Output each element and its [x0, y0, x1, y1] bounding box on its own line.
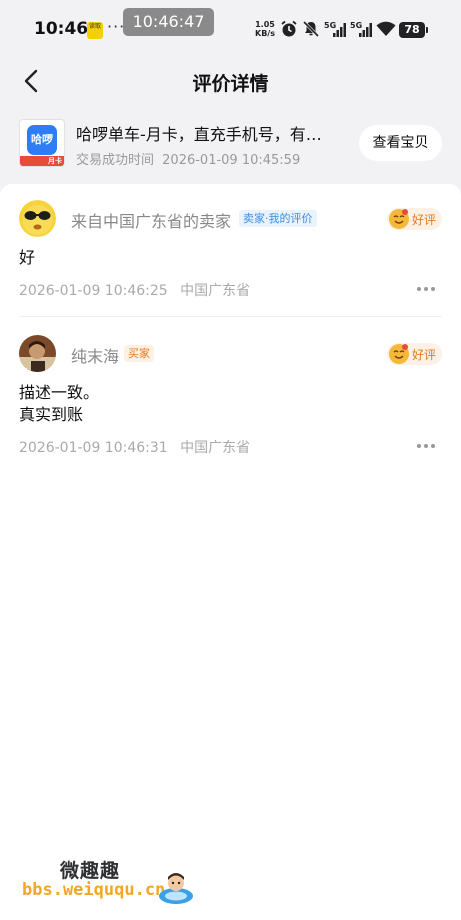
review-divider [19, 316, 442, 317]
review-footer: 2026-01-09 10:46:31 中国广东省 [19, 437, 258, 457]
battery-icon: 78 [399, 22, 428, 38]
review-text: 好 [19, 247, 35, 269]
product-title[interactable]: 哈啰单车-月卡，直充手机号，有… [76, 121, 346, 145]
svg-text:5G: 5G [350, 21, 362, 30]
review-location: 中国广东省 [180, 283, 251, 299]
signal-icon: 5G [324, 21, 346, 37]
review-text-line: 真实到账 [19, 405, 84, 424]
mascot-icon [159, 873, 193, 904]
status-time: 10:46 [34, 19, 89, 39]
avatar[interactable] [19, 335, 56, 372]
reviewer-name: 来自中国广东省的卖家 [71, 212, 232, 231]
screen-record-time: 10:46:47 [123, 8, 214, 36]
watermark-title: 微趣趣 [60, 860, 121, 882]
product-thumbnail[interactable]: 哈啰 月卡 [19, 119, 65, 167]
rating-label: 好评 [412, 213, 437, 227]
review-footer: 2026-01-09 10:46:25 中国广东省 [19, 280, 258, 300]
review-time: 2026-01-09 10:46:31 [19, 440, 168, 456]
wifi-icon [376, 21, 396, 36]
review-text: 描述一致。 真实到账 [19, 382, 99, 426]
nav-header: 评价详情 [0, 60, 461, 102]
more-dots-icon[interactable] [415, 283, 437, 295]
rating-badge: 好评 [387, 343, 442, 365]
signal-icon-2: 5G [350, 21, 372, 37]
person-photo-icon [19, 335, 56, 372]
reviewer-role-badge: 卖家·我的评价 [239, 210, 317, 227]
svg-text:5G: 5G [324, 21, 336, 30]
sunglasses-face-icon [19, 200, 56, 237]
review-text-line: 好 [19, 248, 36, 267]
status-bar: 10:46 读取 ··· 10:46:47 1.05 KB/s 5G 5G 78 [0, 0, 461, 60]
transaction-time-value: 2026-01-09 10:45:59 [162, 153, 301, 168]
mute-icon [302, 20, 320, 38]
avatar[interactable] [19, 200, 56, 237]
emoji-face-icon [389, 209, 409, 229]
review-location: 中国广东省 [180, 440, 251, 456]
rating-label: 好评 [412, 348, 437, 362]
network-speed-value: 1.05 [255, 20, 275, 29]
network-speed: 1.05 KB/s [255, 20, 275, 38]
reviews-card: 来自中国广东省的卖家 卖家·我的评价 好评 好 2026-01-09 10:46… [0, 184, 461, 920]
view-item-button[interactable]: 查看宝贝 [359, 125, 442, 161]
product-summary[interactable]: 哈啰 月卡 哈啰单车-月卡，直充手机号，有… 交易成功时间 2026-01-09… [0, 113, 461, 173]
watermark-url: bbs.weiququ.cn [22, 880, 166, 900]
rating-badge: 好评 [387, 208, 442, 230]
product-logo: 哈啰 [27, 125, 57, 155]
watermark: 微趣趣 bbs.weiququ.cn [22, 852, 202, 908]
more-dots-icon[interactable] [415, 440, 437, 452]
reviewer-name: 纯末海 [71, 347, 120, 366]
notification-tag-icon: 读取 [87, 22, 103, 39]
review-time: 2026-01-09 10:46:25 [19, 283, 168, 299]
alarm-icon [281, 20, 297, 37]
network-speed-unit: KB/s [255, 29, 275, 38]
reviewer-role-badge: 买家 [124, 345, 154, 362]
product-thumb-strip-label: 月卡 [48, 157, 62, 165]
emoji-face-icon [389, 344, 409, 364]
transaction-time-label: 交易成功时间 [76, 153, 155, 168]
status-icons: 5G 5G [280, 18, 396, 40]
page-title: 评价详情 [192, 73, 269, 95]
transaction-time: 交易成功时间 2026-01-09 10:45:59 [76, 149, 304, 168]
review-text-line: 描述一致。 [19, 383, 100, 402]
